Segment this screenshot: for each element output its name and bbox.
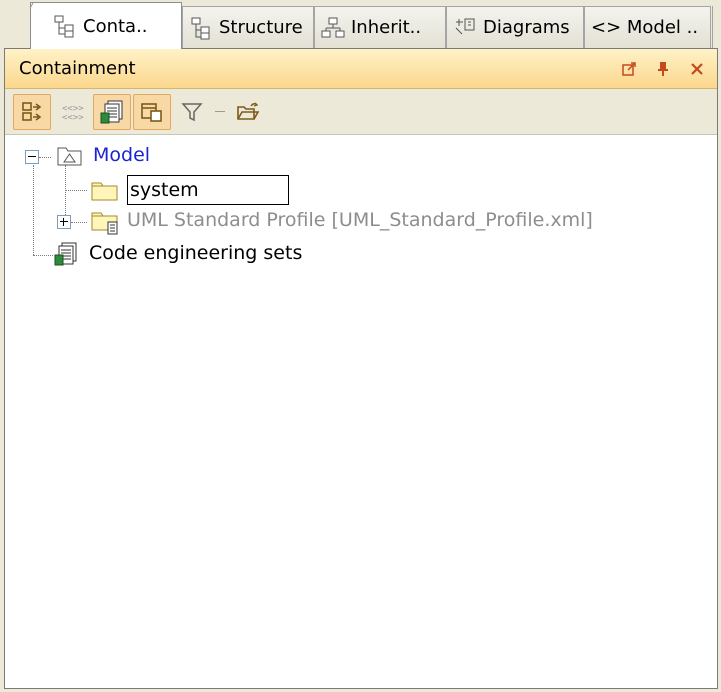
open-folder-button[interactable] xyxy=(229,94,267,130)
tab-strip: Conta.. Structure Inherit.. Diagrams <> … xyxy=(0,0,721,49)
inheritance-tree-icon xyxy=(321,17,345,37)
structure-tree-icon xyxy=(191,17,210,39)
panel-title: Containment xyxy=(19,58,136,79)
tree-row-code-engineering-sets[interactable]: Code engineering sets xyxy=(5,239,405,271)
filter-icon xyxy=(181,102,203,121)
show-diagrams-icon xyxy=(141,102,162,122)
filter-button[interactable] xyxy=(173,94,211,130)
tab-label: Conta.. xyxy=(83,15,148,37)
panel-toolbar: <<>> <<>> xyxy=(5,89,717,135)
undock-icon xyxy=(622,62,636,76)
tab-diagrams[interactable]: Diagrams xyxy=(446,6,584,48)
containment-tree: Model UML Standard Profile [UML_Standard… xyxy=(5,135,717,688)
code-engineering-sets-icon xyxy=(54,242,77,266)
tab-inheritance[interactable]: Inherit.. xyxy=(314,6,446,48)
code-engineering-sets-label: Code engineering sets xyxy=(89,242,303,264)
containment-panel: Containment <<>> <<>> Model system UML S… xyxy=(4,48,718,689)
code-engineering-button[interactable] xyxy=(93,93,131,130)
tab-label: Diagrams xyxy=(483,17,570,38)
tree-row-system[interactable] xyxy=(5,173,405,205)
model-label: Model xyxy=(93,144,151,166)
profile-folder-icon xyxy=(91,212,118,235)
expand-toggle[interactable] xyxy=(57,215,71,229)
tree-row-uml-standard-profile[interactable]: UML Standard Profile [UML_Standard_Profi… xyxy=(5,205,645,237)
pin-button[interactable] xyxy=(653,59,673,79)
svg-text:<<>>: <<>> xyxy=(62,113,84,123)
tab-label: Inherit.. xyxy=(351,17,422,38)
tab-label: <> Model .. xyxy=(591,17,699,38)
group-by-button[interactable] xyxy=(13,93,51,130)
collapse-toggle[interactable] xyxy=(25,150,39,164)
code-engineering-icon xyxy=(100,100,123,123)
tree-row-model[interactable]: Model xyxy=(5,141,405,173)
show-diagrams-button[interactable] xyxy=(133,93,171,130)
close-button[interactable] xyxy=(687,59,707,79)
pin-icon xyxy=(658,62,668,76)
group-by-icon xyxy=(22,101,42,121)
close-icon xyxy=(691,63,703,75)
panel-titlebar: Containment xyxy=(5,49,717,89)
rename-input[interactable] xyxy=(127,175,289,205)
tab-label: Structure xyxy=(219,17,303,38)
panel-controls xyxy=(619,59,707,79)
tab-containment[interactable]: Conta.. xyxy=(30,2,182,49)
show-elements-icon: <<>> <<>> xyxy=(62,104,84,123)
open-folder-icon xyxy=(237,102,260,120)
folder-icon xyxy=(91,182,118,201)
tab-structure[interactable]: Structure xyxy=(182,6,314,48)
diagrams-icon xyxy=(455,18,475,34)
model-package-icon xyxy=(57,147,82,166)
toolbar-separator xyxy=(215,111,225,112)
show-elements-button[interactable]: <<>> <<>> xyxy=(53,94,91,130)
undock-button[interactable] xyxy=(619,59,639,79)
tab-strip-divider xyxy=(712,6,713,48)
tab-model[interactable]: <> Model .. xyxy=(584,6,711,48)
uml-profile-label: UML Standard Profile [UML_Standard_Profi… xyxy=(127,209,593,231)
containment-tree-icon xyxy=(54,15,74,38)
